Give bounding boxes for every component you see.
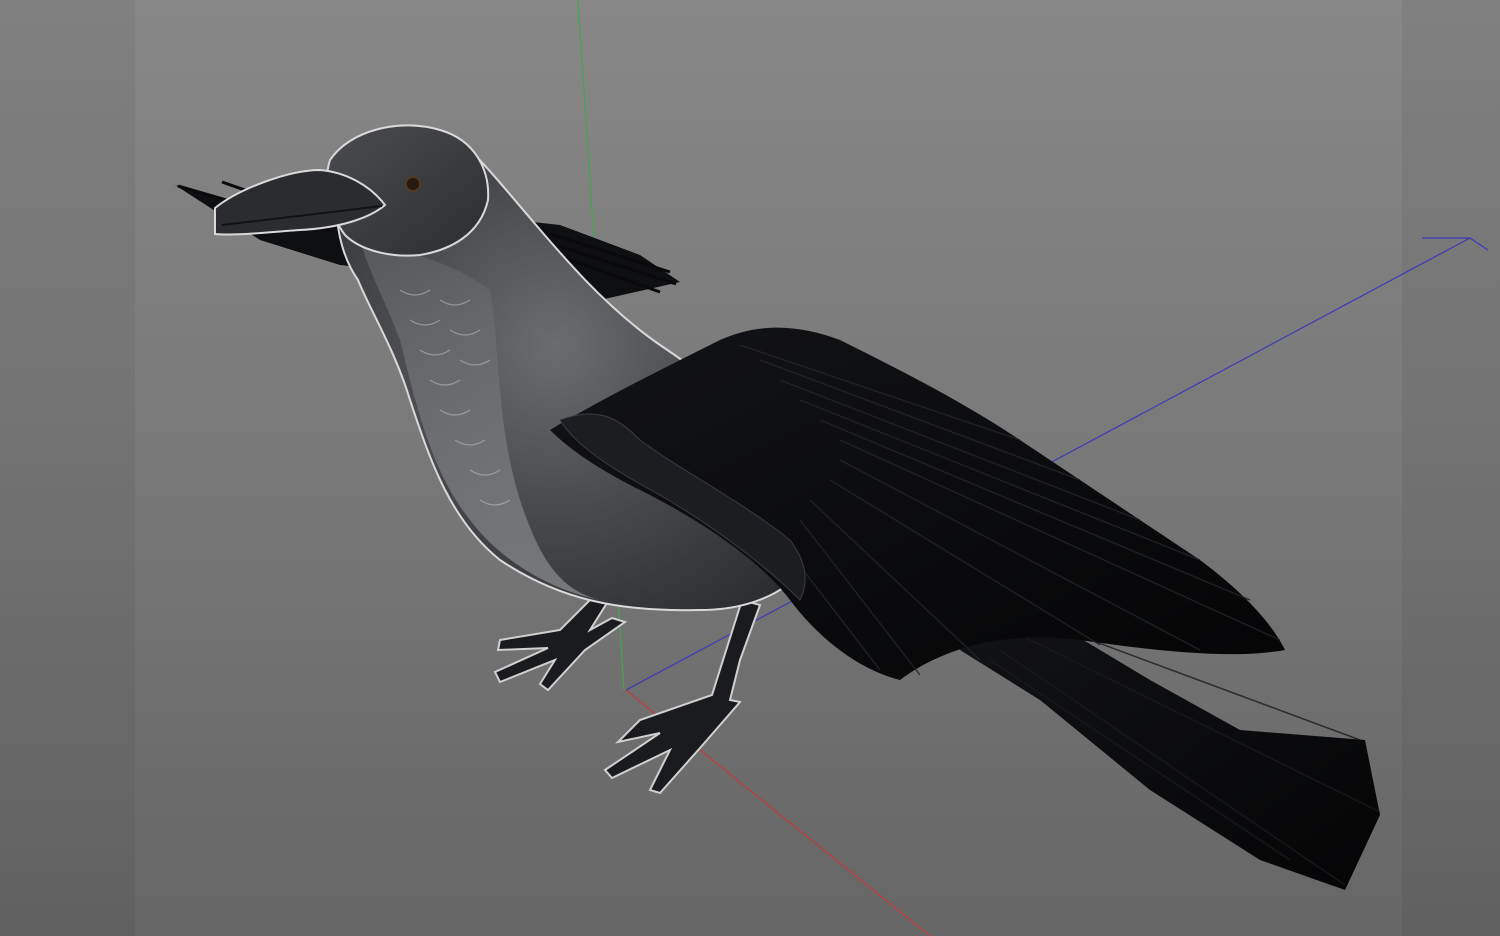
axis-z-arrowhead [1422, 237, 1489, 251]
scene-canvas[interactable] [0, 0, 1500, 936]
crow-eye [405, 176, 421, 192]
3d-viewport[interactable] [0, 0, 1500, 936]
